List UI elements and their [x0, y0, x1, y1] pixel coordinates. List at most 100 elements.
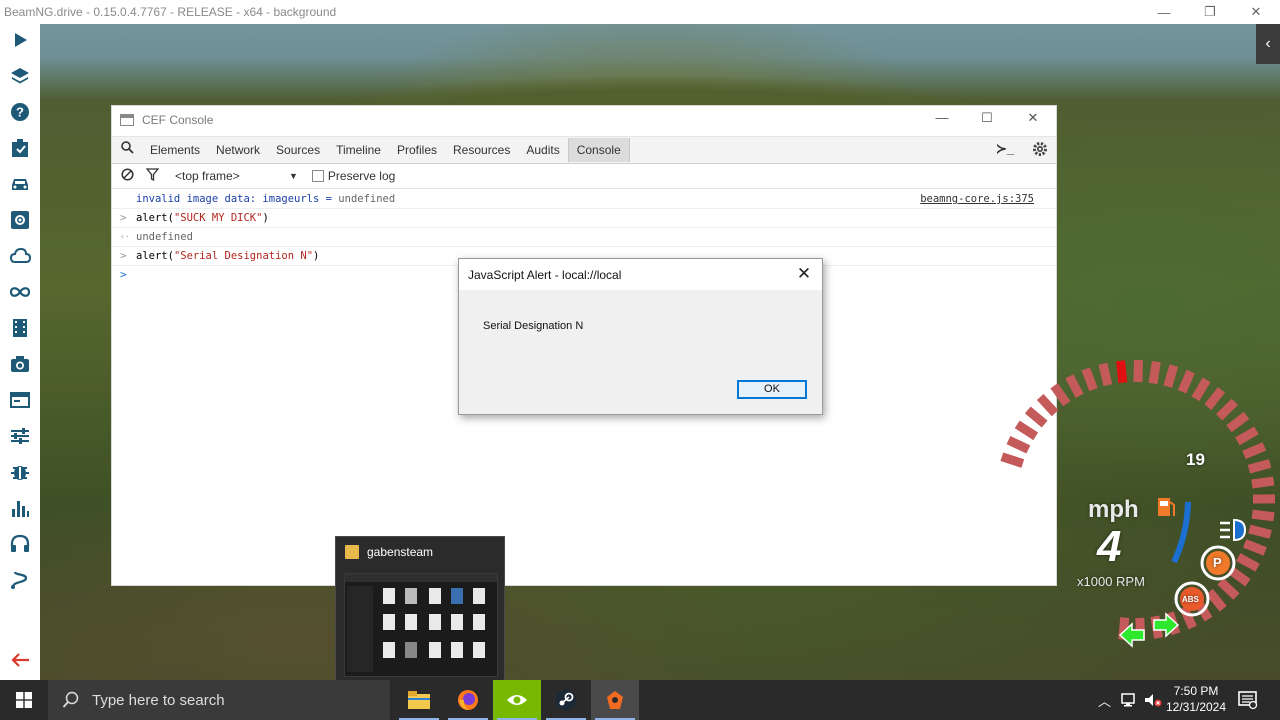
file-explorer-icon[interactable] — [395, 680, 443, 720]
console-string: "SUCK MY DICK" — [173, 212, 263, 224]
alert-titlebar: JavaScript Alert - local://local ✕ — [459, 259, 822, 290]
cef-close-button[interactable]: ✕ — [1018, 110, 1048, 130]
console-text: ) — [262, 212, 269, 224]
console-line: ‹· undefined — [112, 228, 1056, 247]
tachometer-segment — [1163, 364, 1179, 388]
right-panel-toggle[interactable]: ‹ — [1256, 24, 1280, 64]
tachometer-segment — [1215, 398, 1238, 421]
alert-title: JavaScript Alert - local://local — [468, 268, 622, 282]
fuel-icon — [1158, 498, 1175, 516]
filter-icon[interactable] — [145, 168, 160, 184]
layers-icon[interactable] — [6, 62, 34, 90]
file-icon — [429, 588, 441, 604]
start-button[interactable] — [0, 680, 48, 720]
input-prompt-icon: > — [120, 268, 127, 281]
cef-title: CEF Console — [142, 113, 214, 127]
car-icon[interactable] — [6, 170, 34, 198]
javascript-alert-dialog: JavaScript Alert - local://local ✕ Seria… — [458, 258, 823, 415]
file-icon — [451, 614, 463, 630]
tachometer-segment — [1000, 452, 1025, 468]
source-link[interactable]: beamng-core.js:375 — [920, 190, 1034, 208]
tachometer-segment — [1177, 369, 1195, 394]
steam-icon[interactable] — [542, 680, 590, 720]
cloud-icon[interactable] — [6, 242, 34, 270]
gear-icon[interactable] — [1032, 141, 1048, 162]
route-icon[interactable] — [6, 566, 34, 594]
cef-minimize-button[interactable]: — — [927, 110, 957, 130]
gear-indicator: 4 — [1097, 522, 1122, 571]
file-icon — [473, 642, 485, 658]
nvidia-icon[interactable] — [493, 680, 541, 720]
clipboard-icon[interactable] — [6, 134, 34, 162]
steam-file-icon — [451, 588, 463, 604]
film-icon[interactable] — [6, 314, 34, 342]
svg-text:?: ? — [16, 105, 24, 120]
alert-message: Serial Designation N — [483, 320, 584, 332]
window-icon[interactable] — [6, 386, 34, 414]
beamng-icon[interactable] — [591, 680, 639, 720]
clear-console-icon[interactable] — [121, 168, 134, 184]
console-line: > alert("SUCK MY DICK") — [112, 209, 1056, 228]
bug-icon[interactable] — [6, 458, 34, 486]
tab-timeline[interactable]: Timeline — [328, 138, 389, 162]
frame-select[interactable]: <top frame> — [175, 169, 285, 183]
thumbnail-image — [344, 573, 498, 677]
tab-console[interactable]: Console — [567, 138, 630, 162]
cef-maximize-button[interactable]: ☐ — [972, 110, 1002, 130]
sliders-icon[interactable] — [6, 422, 34, 450]
tab-elements[interactable]: Elements — [142, 138, 208, 162]
alert-close-button[interactable]: ✕ — [792, 263, 816, 285]
terminal-icon[interactable]: ≻_ — [996, 137, 1014, 161]
tachometer-segment — [1251, 476, 1275, 489]
tab-network[interactable]: Network — [208, 138, 268, 162]
taskbar-clock[interactable]: 7:50 PM 12/31/2024 — [1160, 683, 1232, 715]
tachometer-segment — [1081, 367, 1098, 392]
tab-profiles[interactable]: Profiles — [389, 138, 445, 162]
headset-icon[interactable] — [6, 530, 34, 558]
taskbar-thumbnail-preview[interactable]: gabensteam — [335, 536, 505, 682]
file-icon — [405, 588, 417, 604]
help-icon[interactable]: ? — [6, 98, 34, 126]
file-icon — [473, 588, 485, 604]
headlight-icon — [1220, 518, 1247, 542]
tachometer-segment — [1148, 360, 1161, 385]
console-value: undefined — [338, 193, 396, 205]
restore-button[interactable]: ❐ — [1188, 0, 1232, 24]
settings-box-icon[interactable] — [6, 206, 34, 234]
thumb-nav-pane — [347, 586, 373, 672]
clock-time: 7:50 PM — [1173, 684, 1219, 698]
search-icon[interactable] — [112, 141, 142, 159]
tachometer-segment — [1247, 459, 1272, 474]
output-return-icon: ‹· — [120, 232, 130, 241]
cef-titlebar: CEF Console — ☐ ✕ — [112, 106, 1056, 134]
minimize-button[interactable]: — — [1142, 0, 1186, 24]
tray-chevron-icon[interactable]: ︿ — [1098, 691, 1111, 710]
tachometer-segment — [1116, 360, 1128, 384]
close-button[interactable]: ✕ — [1234, 0, 1278, 24]
tab-sources[interactable]: Sources — [268, 138, 328, 162]
file-icon — [383, 588, 395, 604]
ok-button[interactable]: OK — [737, 380, 807, 399]
tab-resources[interactable]: Resources — [445, 138, 518, 162]
infinity-icon[interactable] — [6, 278, 34, 306]
tachometer-segment — [1024, 406, 1048, 428]
firefox-icon[interactable] — [444, 680, 492, 720]
console-toolbar: <top frame> ▼ Preserve log — [112, 164, 1056, 189]
folder-icon — [345, 545, 359, 559]
camera-icon[interactable] — [6, 350, 34, 378]
bar-chart-icon[interactable] — [6, 494, 34, 522]
back-arrow-icon[interactable] — [6, 646, 34, 674]
tab-audits[interactable]: Audits — [518, 138, 567, 162]
network-icon[interactable] — [1121, 692, 1139, 708]
file-icon — [429, 614, 441, 630]
play-icon[interactable] — [6, 26, 34, 54]
taskbar-search-box[interactable]: Type here to search — [48, 680, 390, 720]
tachometer-segment — [1006, 436, 1031, 454]
notification-center-icon[interactable] — [1238, 690, 1258, 715]
preserve-log-checkbox[interactable] — [311, 170, 324, 182]
chevron-down-icon[interactable]: ▼ — [289, 171, 298, 181]
tachometer-segment — [1248, 524, 1272, 539]
gear-number-readout: 19 — [1186, 450, 1205, 469]
tachometer-segment — [1098, 362, 1113, 387]
tachometer-segment — [1133, 359, 1143, 383]
